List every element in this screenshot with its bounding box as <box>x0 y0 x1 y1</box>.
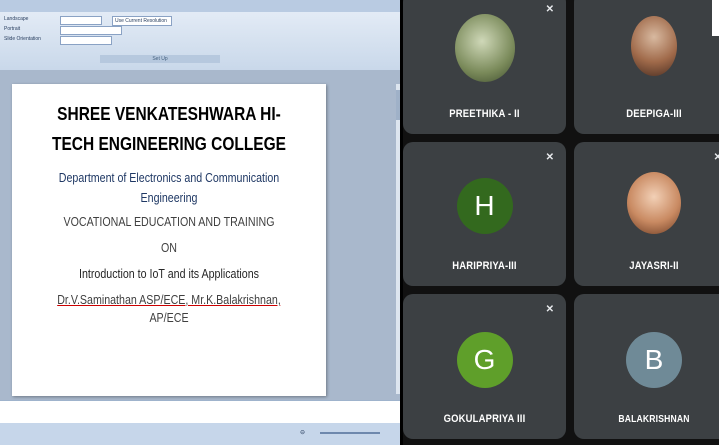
slide-title-line-2: TECH ENGINEERING COLLEGE <box>52 134 286 154</box>
participant-tile[interactable]: ✕ DEEPIGA-III <box>574 0 719 134</box>
participant-tile[interactable]: ✕ G GOKULAPRIYA III <box>403 294 566 439</box>
participant-tile[interactable]: B BALAKRISHNAN <box>574 294 719 439</box>
ribbon-option[interactable] <box>60 26 122 35</box>
slide-presenters-line-2: AP/ECE <box>149 310 189 325</box>
shared-screen: Landscape Portrait Slide Orientation Use… <box>0 0 400 445</box>
slide-title-line-1: SHREE VENKATESHWARA HI- <box>57 104 281 124</box>
ribbon-option[interactable] <box>60 36 112 45</box>
ribbon-group-label: Set Up <box>100 55 220 63</box>
participant-avatar: G <box>456 332 513 388</box>
ribbon-option[interactable] <box>60 16 102 25</box>
resolution-dropdown[interactable]: Use Current Resolution <box>112 16 172 26</box>
participant-photo <box>454 14 515 82</box>
participant-tile[interactable]: ✕ PREETHIKA - II <box>403 0 566 134</box>
status-bar: ⊖ <box>0 423 400 445</box>
participant-avatar: B <box>626 332 682 388</box>
participant-tile[interactable]: ✕ H HARIPRIYA-III <box>403 142 566 286</box>
participant-name: PREETHIKA - II <box>449 108 520 120</box>
participant-photo <box>631 16 677 76</box>
participant-name: GOKULAPRIYA III <box>443 413 526 425</box>
slide-presenters-line-1: Dr.V.Saminathan ASP/ECE, Mr.K.Balakrishn… <box>57 292 281 307</box>
mic-off-icon: ✕ <box>545 304 554 315</box>
ribbon-row-3[interactable]: Slide Orientation <box>4 36 41 42</box>
participant-grid: ✕ PREETHIKA - II ✕ DEEPIGA-III ✕ H HARIP… <box>403 0 719 445</box>
participant-avatar: H <box>456 178 513 234</box>
slide-on-line: ON <box>161 240 177 255</box>
notes-pane[interactable] <box>0 400 400 423</box>
slide-department-line-2: Engineering <box>140 190 198 205</box>
slide-program-line: VOCATIONAL EDUCATION AND TRAINING <box>63 214 275 229</box>
participant-photo <box>627 172 681 234</box>
slide-topic-line: Introduction to IoT and its Applications <box>79 266 259 281</box>
slide: SHREE VENKATESHWARA HI- TECH ENGINEERING… <box>12 84 326 396</box>
mic-off-icon: ✕ <box>545 4 554 15</box>
participant-tile[interactable]: ✕ JAYASRI-II <box>574 142 719 286</box>
ribbon-row-2[interactable]: Portrait <box>4 26 20 32</box>
zoom-slider[interactable] <box>320 432 380 434</box>
mic-off-icon: ✕ <box>713 152 719 163</box>
participant-name: HARIPRIYA-III <box>452 260 517 272</box>
participant-name: DEEPIGA-III <box>626 108 682 120</box>
participant-name: BALAKRISHNAN <box>618 414 690 425</box>
slide-department-line-1: Department of Electronics and Communicat… <box>58 170 280 185</box>
ribbon: Landscape Portrait Slide Orientation Use… <box>0 0 400 71</box>
vertical-scrollbar[interactable] <box>396 84 400 394</box>
mic-off-icon: ✕ <box>545 152 554 163</box>
page-edge <box>712 0 719 36</box>
participant-name: JAYASRI-II <box>629 260 679 272</box>
zoom-icon[interactable]: ⊖ <box>300 429 305 436</box>
ribbon-row-1[interactable]: Landscape <box>4 16 28 22</box>
